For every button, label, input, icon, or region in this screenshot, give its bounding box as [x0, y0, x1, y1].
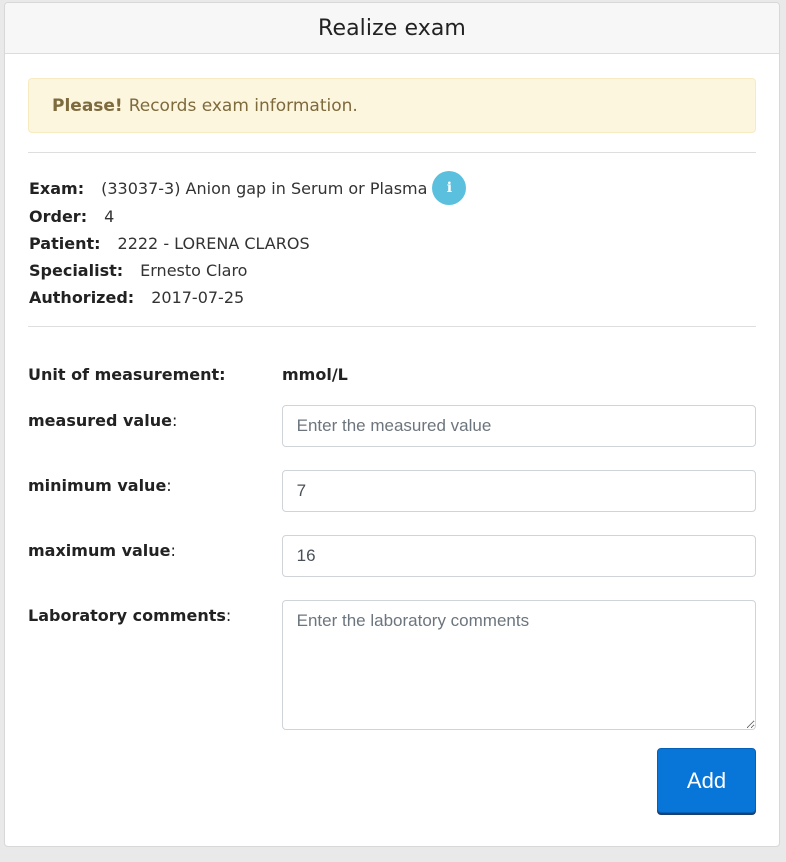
comments-row: Laboratory comments: [28, 600, 756, 730]
specialist-label: Specialist: [29, 261, 124, 280]
exam-panel: Realize exam Please! Records exam inform… [4, 2, 780, 847]
measured-value-input[interactable] [281, 405, 756, 447]
warning-alert: Please! Records exam information. [28, 78, 756, 133]
info-row-exam: Exam: (33037-3) Anion gap in Serum or Pl… [29, 171, 756, 205]
page-title: Realize exam [318, 15, 466, 41]
comments-label: Laboratory comments: [28, 600, 282, 625]
alert-text: Records exam information. [128, 95, 358, 116]
order-label: Order: [29, 207, 88, 226]
minimum-label: minimum value: [28, 470, 282, 495]
exam-info: Exam: (33037-3) Anion gap in Serum or Pl… [28, 153, 756, 311]
maximum-row: maximum value: [28, 535, 756, 577]
comments-label-text: Laboratory comments [28, 606, 226, 625]
alert-strong-text: Please! [52, 95, 123, 116]
exam-label: Exam: [29, 178, 85, 198]
patient-label: Patient: [29, 234, 101, 253]
unit-row: Unit of measurement: mmol/L [28, 356, 756, 393]
measured-label-text: measured value [28, 411, 172, 430]
info-row-specialist: Specialist: Ernesto Claro [29, 257, 756, 284]
unit-label: Unit of measurement: [28, 365, 226, 384]
minimum-value-input[interactable] [281, 470, 756, 512]
info-icon[interactable]: i [432, 171, 467, 205]
measured-label-colon: : [171, 411, 178, 430]
comments-label-colon: : [225, 606, 232, 625]
panel-body: Please! Records exam information. Exam: … [5, 54, 779, 813]
minimum-row: minimum value: [28, 470, 756, 512]
measured-label: measured value: [28, 405, 282, 430]
info-row-patient: Patient: 2222 - LORENA CLAROS [29, 230, 756, 257]
info-icon-glyph: i [446, 180, 453, 196]
minimum-label-text: minimum value [28, 476, 167, 495]
unit-value: mmol/L [282, 365, 348, 384]
measured-row: measured value: [28, 405, 756, 447]
add-button[interactable]: Add [657, 748, 756, 813]
exam-form: Unit of measurement: mmol/L measured val… [28, 327, 756, 813]
panel-header: Realize exam [5, 3, 779, 54]
maximum-value-input[interactable] [281, 535, 756, 577]
laboratory-comments-textarea[interactable] [281, 600, 756, 730]
maximum-label-colon: : [170, 541, 176, 560]
minimum-label-colon: : [166, 476, 172, 495]
info-row-order: Order: 4 [29, 203, 756, 230]
specialist-value: Ernesto Claro [140, 261, 248, 280]
button-row: Add [28, 748, 756, 813]
authorized-value: 2017-07-25 [151, 288, 245, 307]
patient-value: 2222 - LORENA CLAROS [117, 234, 310, 253]
info-row-authorized: Authorized: 2017-07-25 [29, 284, 756, 311]
authorized-label: Authorized: [29, 288, 135, 307]
maximum-label: maximum value: [28, 535, 282, 560]
maximum-label-text: maximum value [28, 541, 171, 560]
order-value: 4 [104, 207, 115, 226]
exam-value: (33037-3) Anion gap in Serum or Plasma [101, 178, 428, 198]
